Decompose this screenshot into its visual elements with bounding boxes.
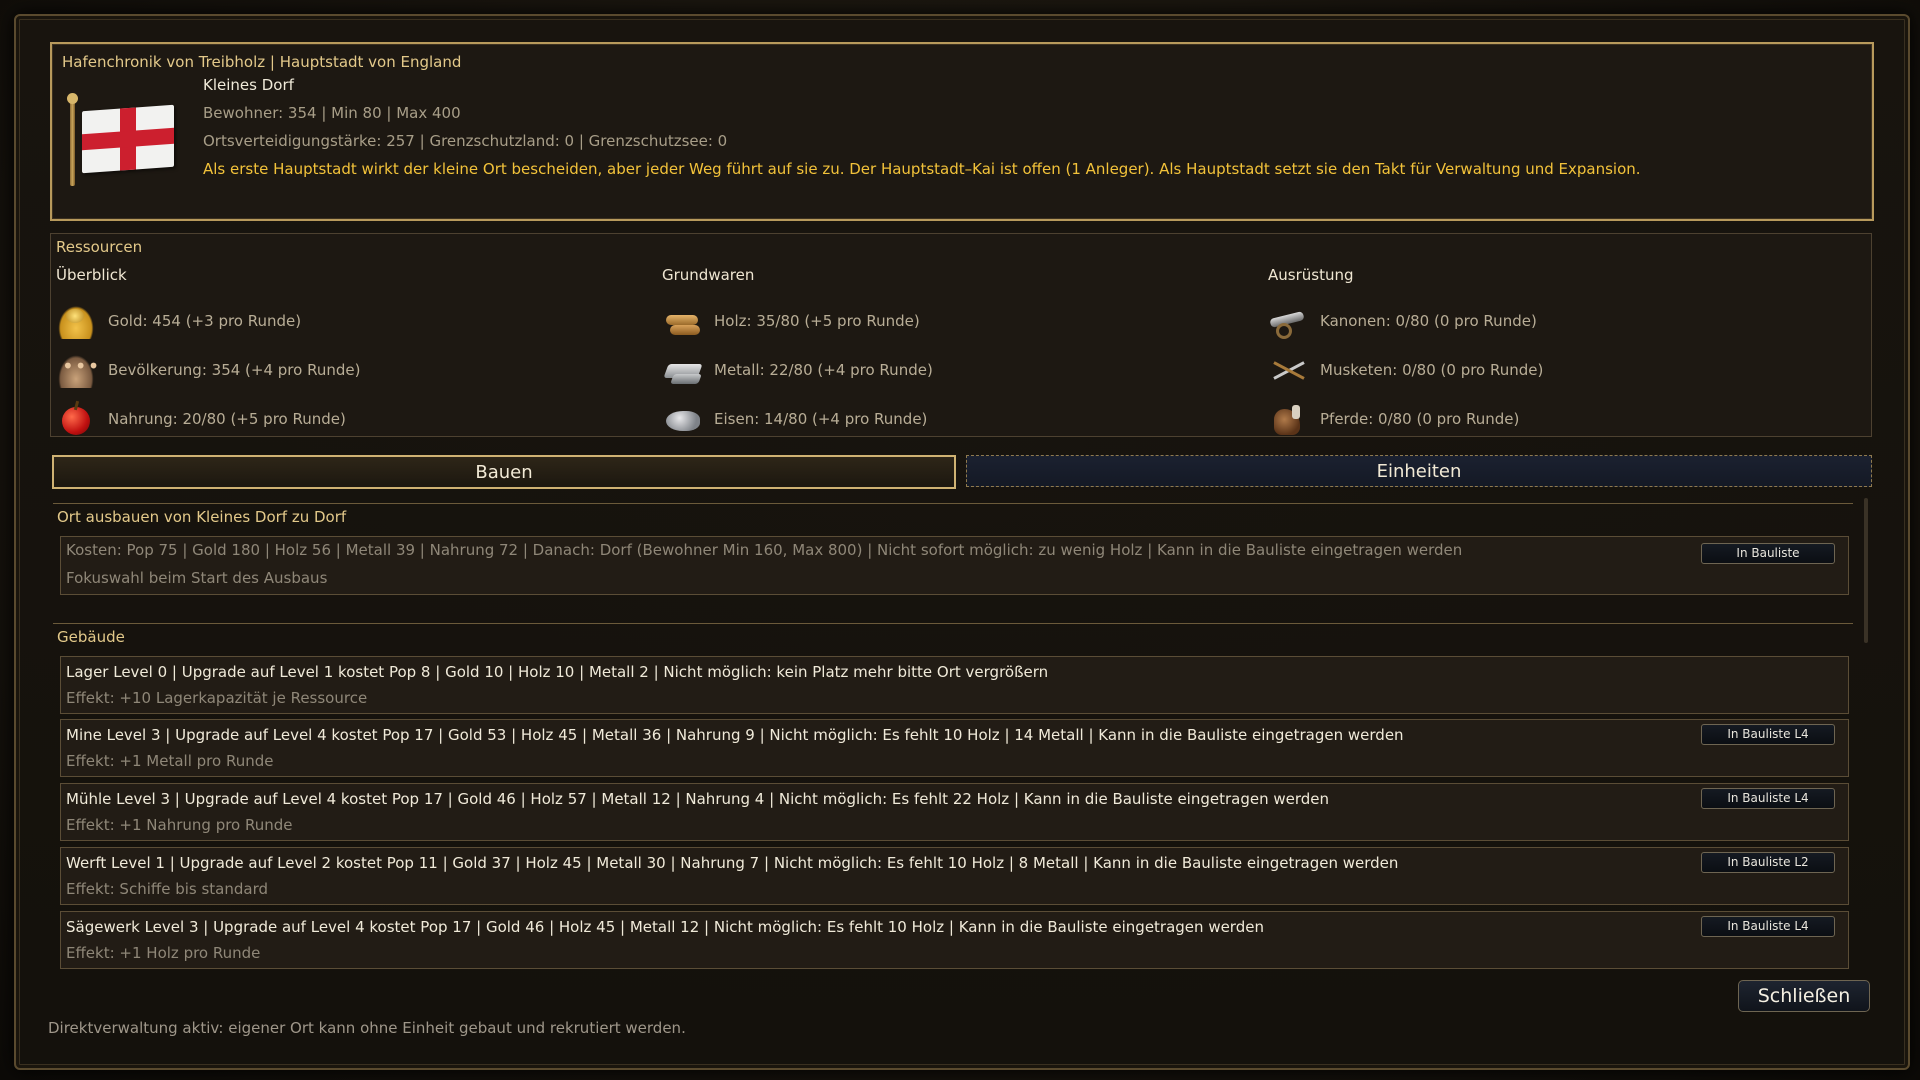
building-row-lager: Lager Level 0 | Upgrade auf Level 1 kost… <box>60 656 1849 714</box>
add-to-buildlist-button[interactable]: In Bauliste L4 <box>1701 916 1835 937</box>
resource-text: Kanonen: 0/80 (0 pro Runde) <box>1320 311 1537 330</box>
resource-text: Bevölkerung: 354 (+4 pro Runde) <box>108 360 361 379</box>
add-to-buildlist-button[interactable]: In Bauliste <box>1701 543 1835 564</box>
resource-horses: Pferde: 0/80 (0 pro Runde) <box>1268 394 1868 443</box>
column-heading: Ausrüstung <box>1268 266 1354 284</box>
city-title: Hafenchronik von Treibholz | Hauptstadt … <box>62 53 462 71</box>
column-heading: Grundwaren <box>662 266 755 284</box>
resource-text: Eisen: 14/80 (+4 pro Runde) <box>714 409 928 428</box>
resource-muskets: Musketen: 0/80 (0 pro Runde) <box>1268 345 1868 394</box>
resource-iron: Eisen: 14/80 (+4 pro Runde) <box>662 394 1262 443</box>
close-button[interactable]: Schließen <box>1738 980 1870 1012</box>
population-icon <box>56 351 100 388</box>
musket-icon <box>1268 352 1308 388</box>
wood-icon <box>662 303 702 339</box>
building-row-werft: Werft Level 1 | Upgrade auf Level 2 kost… <box>60 847 1849 905</box>
resources-title: Ressourcen <box>56 238 143 256</box>
iron-icon <box>662 401 702 437</box>
resources-basic-goods-column: Grundwaren Holz: 35/80 (+5 pro Runde) Me… <box>662 266 1262 443</box>
tab-build[interactable]: Bauen <box>52 455 956 489</box>
resource-text: Holz: 35/80 (+5 pro Runde) <box>714 311 920 330</box>
resource-text: Nahrung: 20/80 (+5 pro Runde) <box>108 409 346 428</box>
upgrade-title: Ort ausbauen von Kleines Dorf zu Dorf <box>57 508 347 526</box>
building-row-mine: Mine Level 3 | Upgrade auf Level 4 koste… <box>60 719 1849 777</box>
upgrade-costs: Kosten: Pop 75 | Gold 180 | Holz 56 | Me… <box>66 541 1463 559</box>
add-to-buildlist-button[interactable]: In Bauliste L4 <box>1701 788 1835 809</box>
building-effect: Effekt: +10 Lagerkapazität je Ressource <box>66 689 368 707</box>
resources-panel: Ressourcen Überblick Gold: 454 (+3 pro R… <box>50 233 1872 437</box>
building-text: Werft Level 1 | Upgrade auf Level 2 kost… <box>66 854 1399 872</box>
resources-equipment-column: Ausrüstung Kanonen: 0/80 (0 pro Runde) M… <box>1268 266 1868 443</box>
cannon-icon <box>1268 303 1308 339</box>
building-row-muehle: Mühle Level 3 | Upgrade auf Level 4 kost… <box>60 783 1849 841</box>
resource-metal: Metall: 22/80 (+4 pro Runde) <box>662 345 1262 394</box>
tab-units[interactable]: Einheiten <box>966 455 1872 487</box>
resource-text: Metall: 22/80 (+4 pro Runde) <box>714 360 933 379</box>
city-header-panel: Hafenchronik von Treibholz | Hauptstadt … <box>50 42 1874 221</box>
gold-icon <box>56 302 96 339</box>
defense-line: Ortsverteidigungstärke: 257 | Grenzschut… <box>203 132 728 150</box>
resource-text: Pferde: 0/80 (0 pro Runde) <box>1320 409 1520 428</box>
building-text: Mine Level 3 | Upgrade auf Level 4 koste… <box>66 726 1404 744</box>
population-line: Bewohner: 354 | Min 80 | Max 400 <box>203 104 461 122</box>
resource-food: Nahrung: 20/80 (+5 pro Runde) <box>56 394 656 443</box>
resources-overview-column: Überblick Gold: 454 (+3 pro Runde) Bevöl… <box>56 266 656 443</box>
city-description: Als erste Hauptstadt wirkt der kleine Or… <box>203 160 1641 178</box>
building-effect: Effekt: Schiffe bis standard <box>66 880 269 898</box>
resource-text: Gold: 454 (+3 pro Runde) <box>108 311 302 330</box>
england-flag-icon <box>66 93 174 186</box>
add-to-buildlist-button[interactable]: In Bauliste L4 <box>1701 724 1835 745</box>
resource-cannons: Kanonen: 0/80 (0 pro Runde) <box>1268 296 1868 345</box>
city-size: Kleines Dorf <box>203 76 294 94</box>
buildings-title: Gebäude <box>57 628 125 646</box>
buildings-scrollbar[interactable] <box>1864 498 1868 643</box>
status-text: Direktverwaltung aktiv: eigener Ort kann… <box>48 1019 686 1037</box>
metal-icon <box>662 352 702 388</box>
resource-text: Musketen: 0/80 (0 pro Runde) <box>1320 360 1544 379</box>
resource-wood: Holz: 35/80 (+5 pro Runde) <box>662 296 1262 345</box>
upgrade-box: Kosten: Pop 75 | Gold 180 | Holz 56 | Me… <box>60 536 1849 595</box>
food-apple-icon <box>56 401 96 437</box>
building-text: Lager Level 0 | Upgrade auf Level 1 kost… <box>66 663 1049 681</box>
buildings-section: Gebäude <box>53 623 1853 650</box>
resource-population: Bevölkerung: 354 (+4 pro Runde) <box>56 345 656 394</box>
building-row-saegewerk: Sägewerk Level 3 | Upgrade auf Level 4 k… <box>60 911 1849 969</box>
upgrade-focus: Fokuswahl beim Start des Ausbaus <box>66 569 328 587</box>
resource-gold: Gold: 454 (+3 pro Runde) <box>56 296 656 345</box>
building-effect: Effekt: +1 Holz pro Runde <box>66 944 261 962</box>
building-text: Sägewerk Level 3 | Upgrade auf Level 4 k… <box>66 918 1264 936</box>
building-effect: Effekt: +1 Metall pro Runde <box>66 752 274 770</box>
column-heading: Überblick <box>56 266 127 284</box>
horse-icon <box>1268 401 1308 437</box>
add-to-buildlist-button[interactable]: In Bauliste L2 <box>1701 852 1835 873</box>
upgrade-section: Ort ausbauen von Kleines Dorf zu Dorf <box>53 503 1853 530</box>
building-effect: Effekt: +1 Nahrung pro Runde <box>66 816 293 834</box>
building-text: Mühle Level 3 | Upgrade auf Level 4 kost… <box>66 790 1330 808</box>
